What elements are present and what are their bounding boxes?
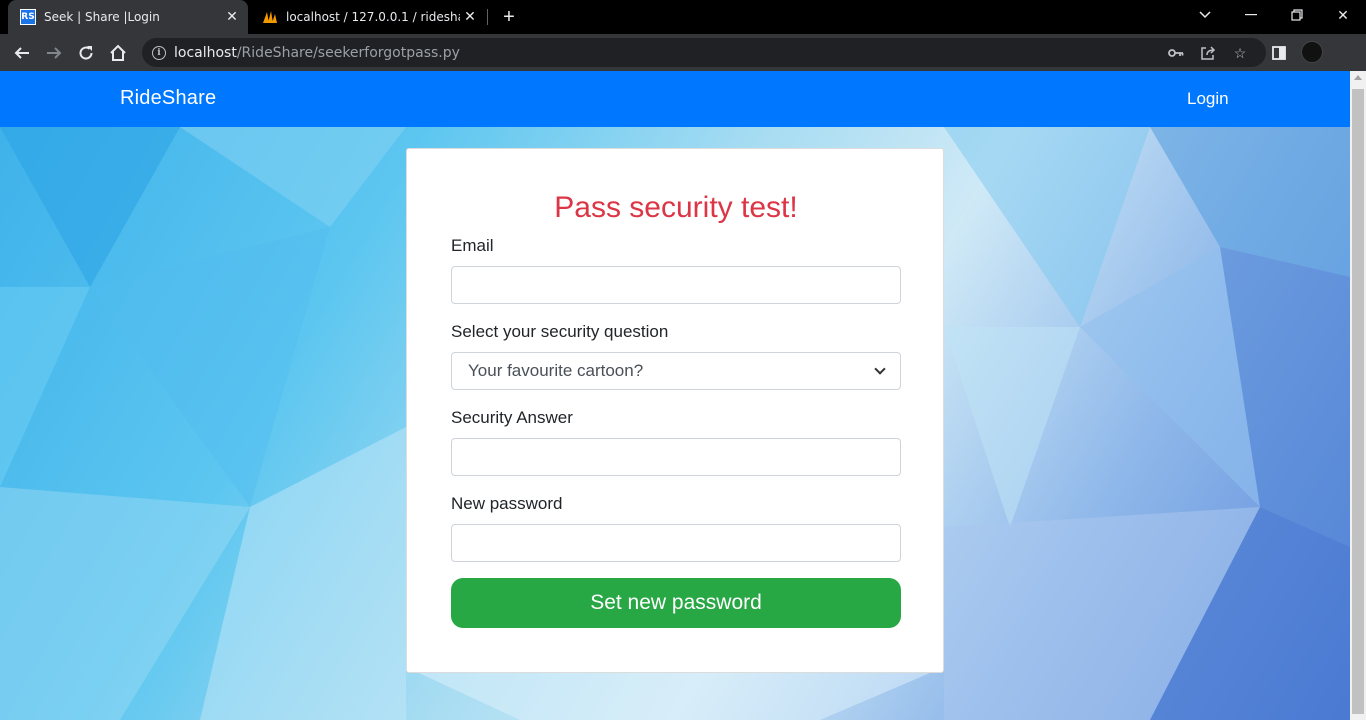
site-info-icon[interactable]: i (152, 45, 166, 60)
site-navbar: RideShare Login (0, 71, 1350, 127)
chevron-down-icon (874, 363, 886, 375)
new-password-field[interactable] (451, 524, 901, 562)
new-password-label: New password (451, 494, 563, 513)
tab-phpmyadmin[interactable]: localhost / 127.0.0.1 / rideshare / ✕ (250, 0, 486, 34)
back-arrow-icon[interactable] (9, 40, 35, 66)
address-bar[interactable]: i localhost/RideShare/seekerforgotpass.p… (142, 38, 1266, 67)
security-question-label: Select your security question (451, 322, 669, 341)
security-question-select[interactable]: Your favourite cartoon? (451, 352, 901, 390)
tab-divider (487, 9, 488, 25)
close-icon[interactable]: ✕ (460, 7, 480, 27)
security-test-card: Pass security test! Email Select your se… (406, 148, 944, 673)
close-icon[interactable]: ✕ (222, 7, 242, 27)
phpmyadmin-favicon-icon (262, 9, 278, 25)
minimize-icon[interactable] (1228, 0, 1274, 30)
tab-search-chevron-icon[interactable] (1182, 0, 1228, 30)
brand-logo-text[interactable]: RideShare (120, 87, 216, 110)
profile-avatar[interactable] (1301, 41, 1323, 63)
scroll-thumb[interactable] (1352, 89, 1364, 714)
email-field[interactable] (451, 266, 901, 304)
rideshare-favicon-icon: RS (20, 9, 36, 25)
vertical-scrollbar[interactable] (1350, 71, 1366, 720)
page-viewport: RideShare Login Pass security test! Emai… (0, 71, 1350, 720)
side-panel-icon[interactable] (1266, 40, 1292, 66)
star-icon[interactable]: ☆ (1230, 43, 1250, 63)
set-new-password-button[interactable]: Set new password (451, 578, 901, 628)
security-answer-label: Security Answer (451, 408, 573, 427)
browser-tab-bar: RS Seek | Share |Login ✕ localhost / 127… (0, 0, 1366, 34)
reload-icon[interactable] (73, 40, 99, 66)
tab-title: localhost / 127.0.0.1 / rideshare / (286, 10, 460, 24)
new-tab-plus-icon[interactable]: + (498, 6, 520, 28)
security-answer-field[interactable] (451, 438, 901, 476)
tab-seek-share-login[interactable]: RS Seek | Share |Login ✕ (8, 0, 248, 34)
login-link[interactable]: Login (1187, 89, 1229, 109)
page-title: Pass security test! (554, 191, 798, 224)
restore-icon[interactable] (1274, 0, 1320, 30)
window-close-icon[interactable]: ✕ (1320, 0, 1366, 30)
email-label: Email (451, 236, 494, 255)
home-icon[interactable] (105, 40, 131, 66)
tab-title: Seek | Share |Login (44, 10, 160, 24)
scroll-up-arrow-icon[interactable] (1354, 75, 1362, 80)
url-text: localhost/RideShare/seekerforgotpass.py (174, 44, 460, 61)
forward-arrow-icon[interactable] (41, 40, 67, 66)
key-icon[interactable] (1166, 43, 1186, 63)
share-icon[interactable] (1198, 43, 1218, 63)
selected-question: Your favourite cartoon? (468, 361, 644, 380)
browser-toolbar: i localhost/RideShare/seekerforgotpass.p… (0, 34, 1366, 71)
